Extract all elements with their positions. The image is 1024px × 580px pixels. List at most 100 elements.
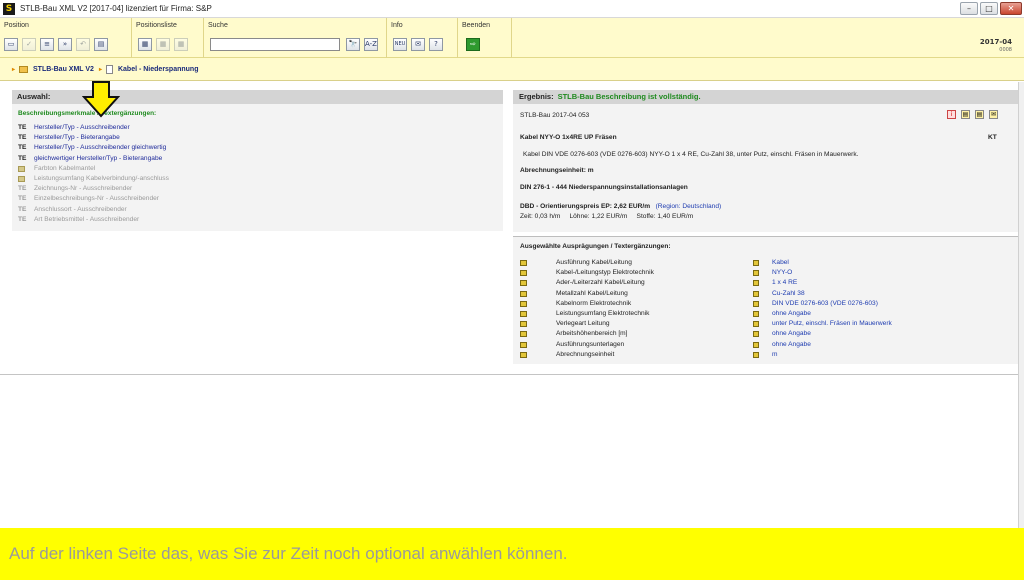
option-icon [18,164,34,174]
scrollbar[interactable] [1018,82,1024,528]
edit-icon[interactable] [520,341,527,348]
check-icon[interactable]: ✓ [22,38,36,51]
property-label: Kabelnorm Elektrotechnik [556,299,632,307]
list-item[interactable]: Farbton Kabelmantel [18,164,503,174]
result-long-text: Kabel DIN VDE 0276-603 (VDE 0276-603) NY… [523,151,859,158]
divider [0,374,1018,375]
edit-icon[interactable] [753,280,759,287]
breadcrumb: ▸ STLB-Bau XML V2 ▸ Kabel - Niederspannu… [0,58,1024,81]
news-icon[interactable]: NEU [393,38,407,51]
toolbar-group-label: Position [4,22,29,29]
table-row[interactable]: Ausführungsunterlagen ohne Angabe [513,340,1018,350]
breadcrumb-root[interactable]: STLB-Bau XML V2 [33,66,94,73]
edit-icon[interactable] [753,331,759,338]
list-item[interactable]: TE Anschlussort - Ausschreibender [18,205,503,215]
edit-icon[interactable] [520,300,527,307]
window-title: STLB-Bau XML V2 [2017-04] lizenziert für… [20,4,212,13]
te-tag: TE [18,154,27,162]
te-tag: TE [18,195,27,203]
table-row[interactable]: Abrechnungseinheit m [513,350,1018,360]
toolbar-group-beenden: Beenden ⇨ [458,18,512,58]
property-value: ohne Angabe [772,330,811,338]
close-button[interactable]: ✕ [1000,2,1022,15]
property-value: DIN VDE 0276-603 (VDE 0276-603) [772,299,878,307]
list-icon[interactable]: ≡ [40,38,54,51]
title-bar: S STLB-Bau XML V2 [2017-04] lizenziert f… [0,0,1024,18]
help-icon[interactable]: ? [429,38,443,51]
table-row[interactable]: Kabelnorm Elektrotechnik DIN VDE 0276-603… [513,299,1018,309]
new-doc-icon[interactable]: ▭ [4,38,18,51]
edit-icon[interactable] [520,280,527,287]
edit-icon[interactable] [520,270,527,277]
te-tag: TE [18,124,27,131]
edit-icon[interactable] [753,290,759,297]
table-row[interactable]: Kabel-/Leitungstyp Elektrotechnik NYY-O [513,268,1018,278]
result-unit: Abrechnungseinheit: m [520,167,594,174]
property-label: Leistungsumfang Elektrotechnik [556,309,650,317]
edit-icon[interactable] [520,260,527,266]
property-value: unter Putz, einschl. Fräsen in Mauerwerk [772,320,892,328]
result-price-line: DBD - Orientierungspreis EP: 2,62 EUR/m … [520,203,721,210]
az-index-button[interactable]: A-Z [364,38,378,51]
toolbar-group-info: Info NEU ✉ ? [387,18,458,58]
list-item[interactable]: TE gleichwertiger Hersteller/Typ - Bieter… [18,154,503,164]
binoculars-icon[interactable]: 🔭 [346,38,360,51]
table-row[interactable]: Ausführung Kabel/Leitung Kabel [513,258,1018,268]
maximize-button[interactable]: □ [980,2,998,15]
list-add-icon[interactable]: ▦ [138,38,152,51]
edit-icon[interactable] [753,310,759,317]
unit-code: KT [988,134,997,141]
undo-icon[interactable]: ↶ [76,38,90,51]
table-row[interactable]: Arbeitshöhenbereich [m] ohne Angabe [513,329,1018,339]
property-label: Abrechnungseinheit [556,350,615,358]
te-tag: TE [18,215,27,223]
result-region: (Region: Deutschland) [655,203,722,210]
edit-icon[interactable] [520,321,527,328]
edit-icon[interactable] [753,300,759,307]
edit-icon[interactable] [520,331,527,338]
breadcrumb-current[interactable]: Kabel - Niederspannung [118,66,199,73]
edit-icon[interactable] [520,351,527,358]
edit-icon[interactable] [520,310,527,317]
te-tag: TE [18,144,27,152]
mail-icon[interactable]: ✉ [411,38,425,51]
list-edit-icon[interactable]: ▦ [174,38,188,51]
property-value: ohne Angabe [772,309,811,317]
result-status: STLB-Bau Beschreibung ist vollständig. [557,92,701,101]
table-row[interactable]: Metallzahl Kabel/Leitung Cu-Zahl 38 [513,289,1018,299]
edit-icon[interactable] [753,341,759,348]
option-label: Hersteller/Typ - Ausschreibender [34,124,130,131]
selected-values-title: Ausgewählte Ausprägungen / Textergänzung… [520,243,671,250]
search-input[interactable] [210,38,340,51]
table-row[interactable]: Leistungsumfang Elektrotechnik ohne Angab… [513,309,1018,319]
list-item[interactable]: TE Hersteller/Typ - Ausschreibender [18,123,503,133]
property-value: Cu-Zahl 38 [772,289,805,297]
option-label: gleichwertiger Hersteller/Typ - Bieteran… [34,154,163,162]
document-icon [105,64,113,74]
edit-icon[interactable] [753,260,759,266]
page-icon[interactable]: ▤ [94,38,108,51]
toolbar-group-positionsliste: Positionsliste ▦ ▦ ▦ [132,18,204,58]
list-item[interactable]: TE Zeichnungs-Nr - Ausschreibender [18,184,503,194]
edit-icon[interactable] [753,270,759,277]
list-item[interactable]: TE Art Betriebsmittel - Ausschreibender [18,215,503,225]
list-item[interactable]: TE Hersteller/Typ - Bieterangabe [18,133,503,143]
edit-icon[interactable] [753,321,759,328]
result-costs: Zeit: 0,03 h/m Löhne: 1,22 EUR/m Stoffe:… [520,213,694,220]
option-label: Leistungsumfang Kabelverbindung/-anschlu… [34,174,169,182]
list-item[interactable]: Leistungsumfang Kabelverbindung/-anschlu… [18,174,503,184]
table-row[interactable]: Verlegeart Leitung unter Putz, einschl. F… [513,319,1018,329]
te-tag: TE [18,205,27,213]
caption-text: Auf der linken Seite das, was Sie zur Ze… [9,544,568,563]
property-label: Kabel-/Leitungstyp Elektrotechnik [556,269,654,277]
table-row[interactable]: Ader-/Leiterzahl Kabel/Leitung 1 x 4 RE [513,278,1018,288]
list-copy-icon[interactable]: ▦ [156,38,170,51]
exit-icon[interactable]: ⇨ [466,38,480,51]
edit-icon[interactable] [753,351,759,358]
minimize-button[interactable]: – [960,2,978,15]
list-item[interactable]: TE Einzelbeschreibungs-Nr - Ausschreibend… [18,194,503,204]
forward-icon[interactable]: » [58,38,72,51]
property-label: Ader-/Leiterzahl Kabel/Leitung [556,279,645,287]
list-item[interactable]: TE Hersteller/Typ - Ausschreibender gleic… [18,143,503,153]
edit-icon[interactable] [520,290,527,297]
